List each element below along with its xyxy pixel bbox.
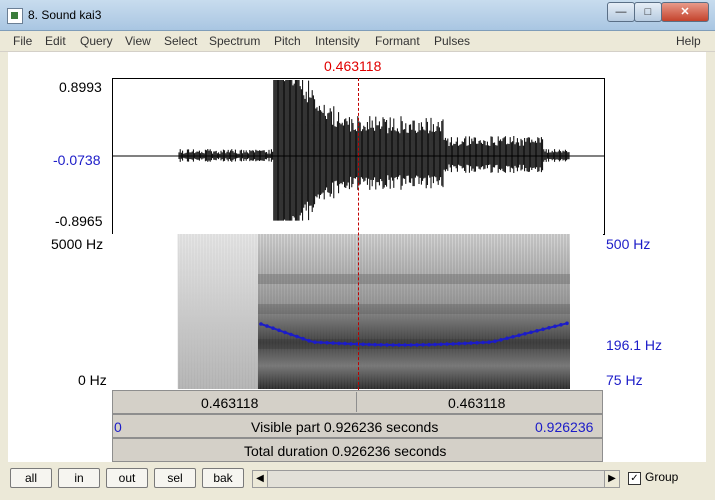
zoom-out-button[interactable]: out (106, 468, 148, 488)
pitch-point (457, 342, 461, 346)
total-duration-label: Total duration 0.926236 seconds (244, 443, 446, 459)
scroll-left-arrow-icon[interactable]: ◀ (252, 470, 268, 488)
pitch-point (433, 343, 437, 347)
close-button[interactable]: ✕ (661, 2, 709, 22)
pitch-point (469, 341, 473, 345)
menu-spectrum[interactable]: Spectrum (209, 34, 260, 48)
pitch-point (265, 324, 269, 328)
pitch-axis-value: 196.1 Hz (606, 337, 662, 353)
pitch-point (493, 340, 497, 344)
pitch-point (385, 343, 389, 347)
group-checkbox[interactable]: ✓ (628, 472, 641, 485)
pitch-point (397, 343, 401, 347)
pitch-point (289, 333, 293, 337)
title-bar: 8. Sound kai3 — □ ✕ (0, 0, 715, 31)
spectrogram-freq-top: 5000 Hz (51, 236, 103, 252)
pitch-point (379, 343, 383, 347)
pitch-axis-top: 500 Hz (606, 236, 650, 252)
menu-file[interactable]: File (13, 34, 32, 48)
pitch-point (271, 326, 275, 330)
pitch-point (535, 329, 539, 333)
pitch-point (517, 334, 521, 338)
pitch-point (439, 343, 443, 347)
waveform-min-label: -0.8965 (55, 213, 102, 229)
pitch-point (373, 343, 377, 347)
pitch-point (559, 323, 563, 327)
zoom-back-button[interactable]: bak (202, 468, 244, 488)
window-title: 8. Sound kai3 (28, 8, 101, 22)
visible-start-time: 0 (114, 419, 122, 435)
pitch-point (499, 338, 503, 342)
zoom-all-button[interactable]: all (10, 468, 52, 488)
pitch-point (529, 331, 533, 335)
menu-bar: File Edit Query View Select Spectrum Pit… (0, 31, 715, 52)
menu-formant[interactable]: Formant (375, 34, 420, 48)
pitch-point (475, 341, 479, 345)
menu-help[interactable]: Help (676, 34, 701, 48)
pitch-point (259, 322, 263, 326)
waveform-max-label: 0.8993 (59, 79, 102, 95)
pitch-point (325, 341, 329, 345)
minimize-button[interactable]: — (607, 2, 635, 22)
pitch-point (307, 339, 311, 343)
spectrogram-freq-bottom: 0 Hz (78, 372, 107, 388)
pitch-point (463, 342, 467, 346)
maximize-button[interactable]: □ (634, 2, 662, 22)
pitch-point (505, 337, 509, 341)
pitch-point (523, 332, 527, 336)
right-interval-duration: 0.463118 (448, 395, 505, 411)
selection-interval-bar[interactable] (112, 390, 603, 414)
menu-view[interactable]: View (125, 34, 151, 48)
pitch-point (301, 337, 305, 341)
pitch-point (409, 343, 413, 347)
waveform-cursor-value: -0.0738 (53, 152, 100, 168)
pitch-point (487, 340, 491, 344)
pitch-point (547, 326, 551, 330)
pitch-point (565, 322, 569, 326)
interval-divider (356, 392, 357, 412)
scroll-right-arrow-icon[interactable]: ▶ (604, 470, 620, 488)
menu-select[interactable]: Select (164, 34, 197, 48)
pitch-point (361, 343, 365, 347)
pitch-point (349, 342, 353, 346)
pitch-point (421, 343, 425, 347)
pitch-point (427, 343, 431, 347)
pitch-point (277, 329, 281, 333)
pitch-point (337, 342, 341, 346)
menu-pitch[interactable]: Pitch (274, 34, 301, 48)
pitch-point (451, 342, 455, 346)
pitch-point (367, 343, 371, 347)
zoom-in-button[interactable]: in (58, 468, 100, 488)
pitch-point (445, 342, 449, 346)
pitch-point (295, 335, 299, 339)
pitch-point (331, 341, 335, 345)
pitch-point (415, 343, 419, 347)
cursor-time-label: 0.463118 (324, 58, 381, 74)
menu-intensity[interactable]: Intensity (315, 34, 360, 48)
pitch-point (403, 343, 407, 347)
pitch-point (319, 341, 323, 345)
pitch-axis-bottom: 75 Hz (606, 372, 643, 388)
bottom-toolbar: all in out sel bak ◀ ▶ ✓ Group (0, 463, 715, 500)
visible-part-label: Visible part 0.926236 seconds (251, 419, 438, 435)
pitch-point (511, 335, 515, 339)
menu-pulses[interactable]: Pulses (434, 34, 470, 48)
pitch-point (541, 328, 545, 332)
praat-sound-icon (7, 8, 23, 24)
pitch-point (553, 325, 557, 329)
left-interval-duration: 0.463118 (201, 395, 258, 411)
pitch-point (343, 342, 347, 346)
pitch-point (283, 331, 287, 335)
pitch-point (391, 343, 395, 347)
time-scrollbar[interactable] (252, 470, 620, 488)
zoom-selection-button[interactable]: sel (154, 468, 196, 488)
time-cursor[interactable] (358, 78, 359, 390)
pitch-point (481, 341, 485, 345)
pitch-point (313, 340, 317, 344)
group-label: Group (645, 470, 678, 484)
visible-end-time: 0.926236 (535, 419, 593, 435)
menu-edit[interactable]: Edit (45, 34, 66, 48)
menu-query[interactable]: Query (80, 34, 113, 48)
